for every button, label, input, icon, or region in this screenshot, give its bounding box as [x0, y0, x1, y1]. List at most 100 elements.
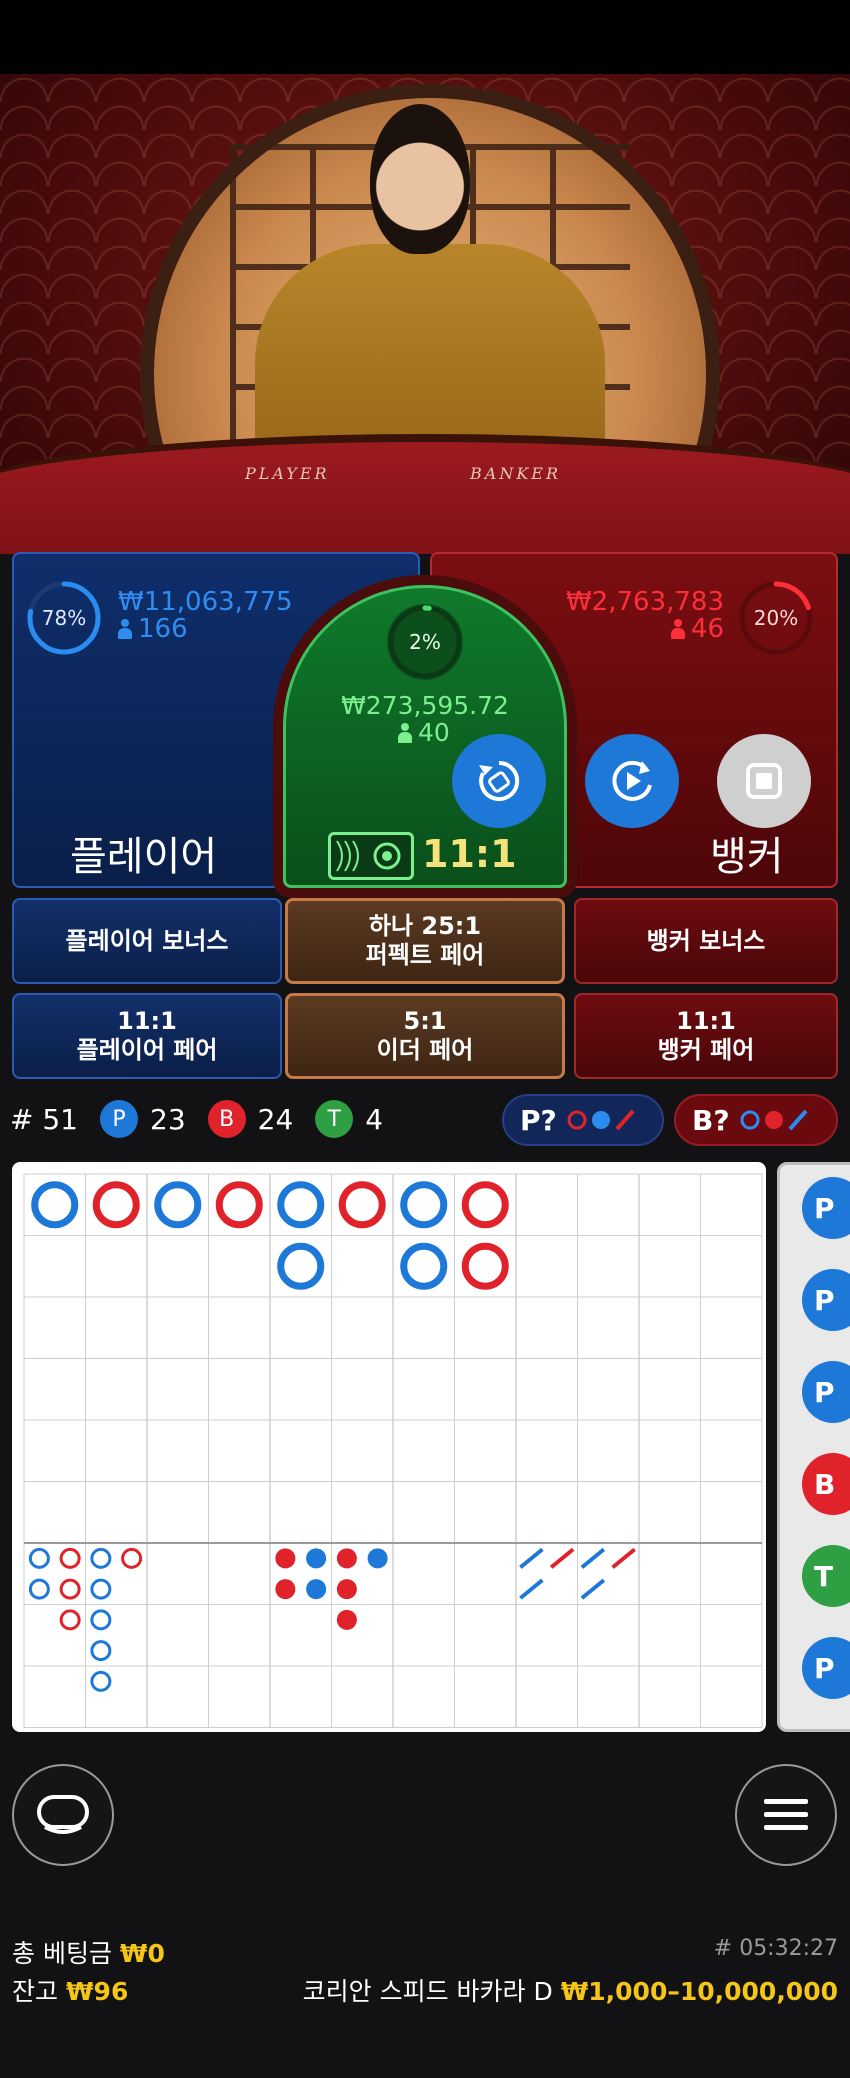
banker-win-count: 24 [257, 1102, 294, 1136]
big-road-mark [400, 1181, 448, 1229]
player-predict-button[interactable]: P? [502, 1094, 664, 1146]
cockroach-mark [519, 1547, 544, 1569]
either-pair-button[interactable]: 5:1 이더 페어 [285, 993, 565, 1079]
player-pair-button[interactable]: 11:1 플레이어 페어 [12, 993, 282, 1079]
table-info[interactable]: 코리안 스피드 바카라 D ₩1,000–10,000,000 [303, 1972, 838, 2008]
banker-percent: 20% [753, 606, 799, 630]
cockroach-mark [519, 1578, 544, 1600]
player-total-amount: ₩11,063,775 [118, 587, 293, 617]
road-map [23, 1173, 763, 1728]
player-percent-ring: 78% [26, 580, 102, 656]
table-name: 코리안 스피드 바카라 D [302, 1977, 553, 2006]
big-eye-mark [90, 1670, 112, 1692]
table-player-label: PLAYER [245, 464, 330, 483]
perfect-pair-button[interactable]: 하나 25:1 퍼펙트 페어 [285, 898, 565, 984]
balance-value: ₩96 [65, 1977, 129, 2006]
predict-indicators-icon [740, 1109, 808, 1131]
big-eye-mark [28, 1547, 50, 1569]
big-eye-mark [59, 1578, 81, 1600]
small-road-mark [275, 1579, 296, 1600]
menu-icon [764, 1799, 808, 1830]
dealer-head [370, 104, 470, 254]
small-road-mark [306, 1579, 327, 1600]
banker-bettor-count: 46 [670, 614, 724, 644]
chat-icon [37, 1795, 89, 1834]
shoe-stats: # 51 P 23 B 24 T 4 [10, 1094, 383, 1144]
person-icon [670, 619, 685, 639]
big-road-mark [400, 1242, 448, 1290]
tie-win-count: 4 [365, 1102, 384, 1136]
tie-percent: 2% [409, 630, 441, 654]
table-banker-label: BANKER [470, 464, 561, 483]
player-label: 플레이어 [70, 834, 218, 880]
banker-bonus-button[interactable]: 뱅커 보너스 [574, 898, 838, 984]
bead-chip: P [802, 1637, 850, 1699]
undo-button[interactable] [452, 734, 546, 828]
bead-chip: P [802, 1361, 850, 1423]
big-road-mark [154, 1181, 202, 1229]
baccarat-table [0, 434, 850, 554]
tie-bet-area[interactable]: 2% ₩273,595.72 40 11:1 [283, 585, 567, 888]
small-road-mark [306, 1548, 327, 1569]
big-eye-mark [59, 1609, 81, 1631]
tie-total-amount: ₩273,595.72 [341, 691, 509, 720]
repeat-button[interactable] [585, 734, 679, 828]
player-bonus-button[interactable]: 플레이어 보너스 [12, 898, 282, 984]
big-eye-mark [90, 1578, 112, 1600]
big-eye-mark [121, 1547, 143, 1569]
round-timestamp: # 05:32:27 [713, 1936, 838, 1961]
person-icon [398, 723, 412, 743]
big-road-mark [277, 1242, 325, 1290]
total-bet: 총 베팅금 ₩0 [12, 1939, 165, 1968]
small-road-mark [336, 1548, 357, 1569]
repeat-icon [612, 760, 652, 801]
tie-badge: T [315, 1100, 354, 1138]
small-road-mark [367, 1548, 388, 1569]
banker-pair-button[interactable]: 11:1 뱅커 페어 [574, 993, 838, 1079]
big-road-mark [277, 1181, 325, 1229]
table-limits: ₩1,000–10,000,000 [560, 1977, 838, 2006]
bead-chip: T [802, 1545, 850, 1607]
big-road-mark [31, 1181, 79, 1229]
stop-button[interactable] [717, 734, 811, 828]
total-bet-value: ₩0 [119, 1939, 165, 1968]
cockroach-mark [580, 1547, 606, 1569]
cockroach-mark [580, 1578, 606, 1600]
cockroach-mark [549, 1547, 575, 1569]
round-number: # 51 [10, 1102, 78, 1136]
undo-icon [479, 760, 520, 801]
big-eye-mark [90, 1609, 112, 1631]
small-road-mark [336, 1579, 357, 1600]
banker-predict-button[interactable]: B? [674, 1094, 838, 1146]
banker-label: 뱅커 [710, 834, 784, 880]
game-screen: PLAYER BANKER 78% ₩11,063,775 166 플레이어 ₩… [0, 0, 850, 2078]
live-video: PLAYER BANKER [0, 74, 850, 554]
scoreboard[interactable] [12, 1162, 766, 1732]
big-road-mark [92, 1181, 140, 1229]
big-eye-mark [90, 1547, 112, 1569]
big-road-mark [215, 1181, 263, 1229]
banker-badge: B [207, 1100, 246, 1138]
big-eye-mark [28, 1578, 50, 1600]
big-eye-mark [59, 1547, 81, 1569]
big-road-mark [461, 1181, 509, 1229]
big-eye-mark [90, 1640, 112, 1662]
bead-chip: P [802, 1269, 850, 1331]
banker-total-amount: ₩2,763,783 [565, 587, 724, 617]
player-percent: 78% [41, 606, 87, 630]
cockroach-mark [611, 1547, 636, 1569]
bead-chip: B [802, 1453, 850, 1515]
balance: 잔고 ₩96 [12, 1977, 129, 2006]
big-road-mark [461, 1242, 509, 1290]
player-win-count: 23 [150, 1102, 186, 1136]
tie-payout: 11:1 [422, 832, 517, 876]
tie-percent-ring: 2% [387, 604, 463, 680]
chat-button[interactable] [12, 1764, 114, 1866]
menu-button[interactable] [735, 1764, 837, 1866]
small-road-mark [336, 1609, 357, 1630]
tie-bettor-count: 40 [398, 718, 450, 747]
predict-indicators-icon [567, 1109, 635, 1131]
bead-road-preview[interactable]: PPPBTP [777, 1162, 850, 1732]
player-badge: P [100, 1100, 138, 1138]
player-bettor-count: 166 [118, 614, 188, 644]
